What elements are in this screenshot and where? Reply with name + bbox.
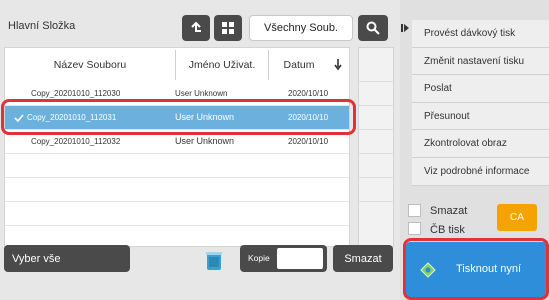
- scrollbar-segment: [359, 178, 393, 202]
- table-row-empty: [5, 154, 349, 178]
- table-row-empty: [5, 202, 349, 226]
- column-header-date[interactable]: Datum: [269, 48, 329, 82]
- folder-up-icon: [191, 21, 201, 32]
- file-list: Název Souboru Jméno Uživat. Datum Copy_2…: [4, 47, 350, 247]
- scrollbar-segment: [359, 130, 393, 154]
- bw-print-checkbox[interactable]: [408, 222, 421, 235]
- grid-icon: [222, 22, 234, 34]
- copies-input[interactable]: [277, 248, 323, 269]
- column-header-file-name[interactable]: Název Souboru: [5, 48, 175, 82]
- copies-control: Kopie: [240, 245, 327, 272]
- delete-button[interactable]: Smazat: [333, 245, 393, 272]
- search-icon: [366, 21, 380, 35]
- change-print-settings-button[interactable]: Změnit nastavení tisku: [412, 48, 549, 75]
- selected-row-highlight: [1, 99, 356, 135]
- move-button[interactable]: Přesunout: [412, 103, 549, 130]
- all-files-button[interactable]: Všechny Soub.: [249, 15, 353, 41]
- send-button[interactable]: Poslat: [412, 75, 549, 103]
- scrollbar-segment: [359, 82, 393, 106]
- ca-button[interactable]: CA: [497, 204, 537, 231]
- search-button[interactable]: [358, 15, 388, 41]
- scrollbar-segment: [359, 106, 393, 130]
- scrollbar-segment: [359, 48, 393, 82]
- row-user-name: User Unknown: [175, 89, 228, 98]
- check-image-button[interactable]: Zkontrolovat obraz: [412, 130, 549, 158]
- file-list-panel: Hlavní Složka Všechny Soub. Název Soubor…: [0, 0, 400, 300]
- sort-arrow-icon[interactable]: [333, 58, 343, 71]
- table-row-empty: [5, 178, 349, 202]
- folder-title: Hlavní Složka: [8, 20, 76, 32]
- trash-bin-icon: [206, 252, 222, 271]
- row-file-name: Copy_20201010_112032: [31, 137, 121, 146]
- collapse-panel-icon[interactable]: [400, 20, 410, 34]
- row-date: 2020/10/10: [288, 89, 329, 98]
- copies-label: Kopie: [248, 253, 270, 263]
- row-date: 2020/10/10: [288, 137, 329, 146]
- delete-checkbox[interactable]: [408, 204, 421, 217]
- scrollbar[interactable]: [358, 47, 394, 247]
- detail-info-button[interactable]: Viz podrobné informace: [412, 158, 549, 186]
- column-header-user-name[interactable]: Jméno Uživat.: [176, 48, 268, 82]
- action-panel: Provést dávkový tisk Změnit nastavení ti…: [400, 0, 549, 300]
- delete-checkbox-label: Smazat: [430, 205, 468, 217]
- scrollbar-segment: [359, 154, 393, 178]
- thumbnail-view-button[interactable]: [214, 15, 242, 41]
- select-all-button[interactable]: Vyber vše: [4, 245, 130, 272]
- bw-print-checkbox-label: ČB tisk: [430, 224, 465, 236]
- print-now-highlight: [403, 238, 549, 300]
- row-user-name: User Unknown: [175, 136, 235, 146]
- batch-print-button[interactable]: Provést dávkový tisk: [412, 20, 549, 48]
- row-file-name: Copy_20201010_112030: [31, 89, 121, 98]
- folder-up-button[interactable]: [182, 15, 210, 41]
